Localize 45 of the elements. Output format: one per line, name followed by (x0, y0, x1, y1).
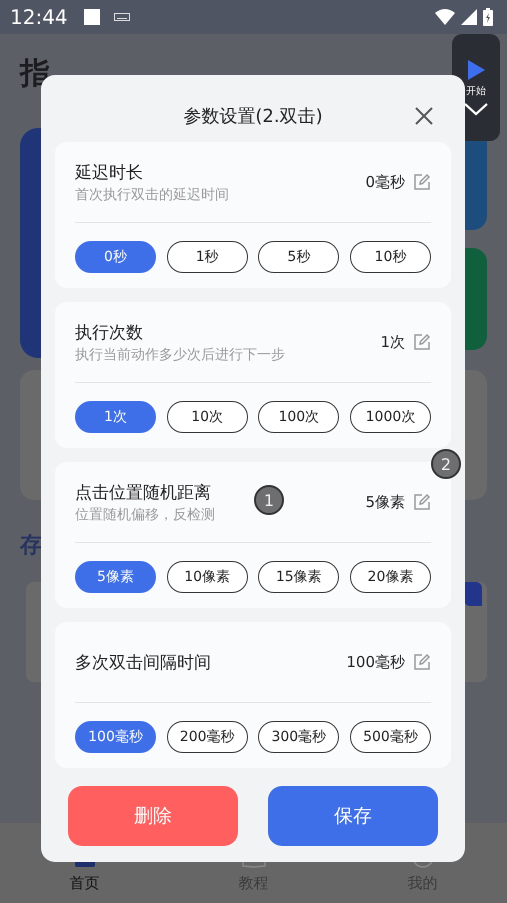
setting-title: 点击位置随机距离 (75, 482, 211, 504)
status-time: 12:44 (10, 5, 68, 29)
option-chip[interactable]: 15像素 (258, 561, 340, 593)
start-label[interactable]: 开始 (466, 84, 486, 98)
setting-description: 位置随机偏移，反检测 (75, 506, 215, 524)
option-chip[interactable]: 20像素 (350, 561, 431, 593)
option-chip[interactable]: 100次 (258, 401, 340, 433)
chevron-down-icon[interactable] (463, 100, 489, 116)
setting-value: 0毫秒 (365, 172, 405, 192)
edit-icon[interactable] (413, 173, 431, 191)
close-icon[interactable] (415, 107, 433, 125)
option-chip[interactable]: 0秒 (75, 241, 156, 273)
step-marker[interactable]: 2 (431, 449, 461, 479)
option-chip[interactable]: 1000次 (350, 401, 431, 433)
battery-icon (483, 8, 493, 26)
wifi-icon (435, 9, 455, 25)
option-chip[interactable]: 5像素 (75, 561, 156, 593)
setting-description: 执行当前动作多少次后进行下一步 (75, 346, 285, 364)
option-chip[interactable]: 200毫秒 (166, 721, 248, 753)
option-chip[interactable]: 1次 (75, 401, 156, 433)
option-chip[interactable]: 300毫秒 (258, 721, 340, 753)
option-chip[interactable]: 100毫秒 (75, 721, 156, 753)
option-chip[interactable]: 5秒 (258, 241, 340, 273)
option-chip[interactable]: 1秒 (166, 241, 248, 273)
signal-icon (461, 9, 477, 25)
edit-icon[interactable] (413, 333, 431, 351)
edit-icon[interactable] (413, 653, 431, 671)
option-chip[interactable]: 500毫秒 (350, 721, 431, 753)
setting-value: 100毫秒 (346, 652, 405, 672)
option-chip[interactable]: 10秒 (350, 241, 431, 273)
save-button[interactable]: 保存 (268, 786, 438, 846)
dialog-title: 参数设置(2.双击) (183, 105, 323, 128)
setting-title: 延迟时长 (75, 162, 143, 184)
notification-icon (84, 9, 100, 25)
option-chip[interactable]: 10次 (166, 401, 248, 433)
setting-title: 多次双击间隔时间 (75, 652, 211, 674)
setting-description: 首次执行双击的延迟时间 (75, 186, 229, 204)
badge (464, 582, 482, 606)
setting-value: 1次 (380, 332, 405, 352)
setting-title: 执行次数 (75, 322, 143, 344)
option-chip[interactable]: 10像素 (166, 561, 248, 593)
play-icon[interactable] (466, 58, 486, 80)
keyboard-icon (114, 13, 130, 21)
edit-icon[interactable] (413, 493, 431, 511)
setting-value: 5像素 (365, 492, 405, 512)
